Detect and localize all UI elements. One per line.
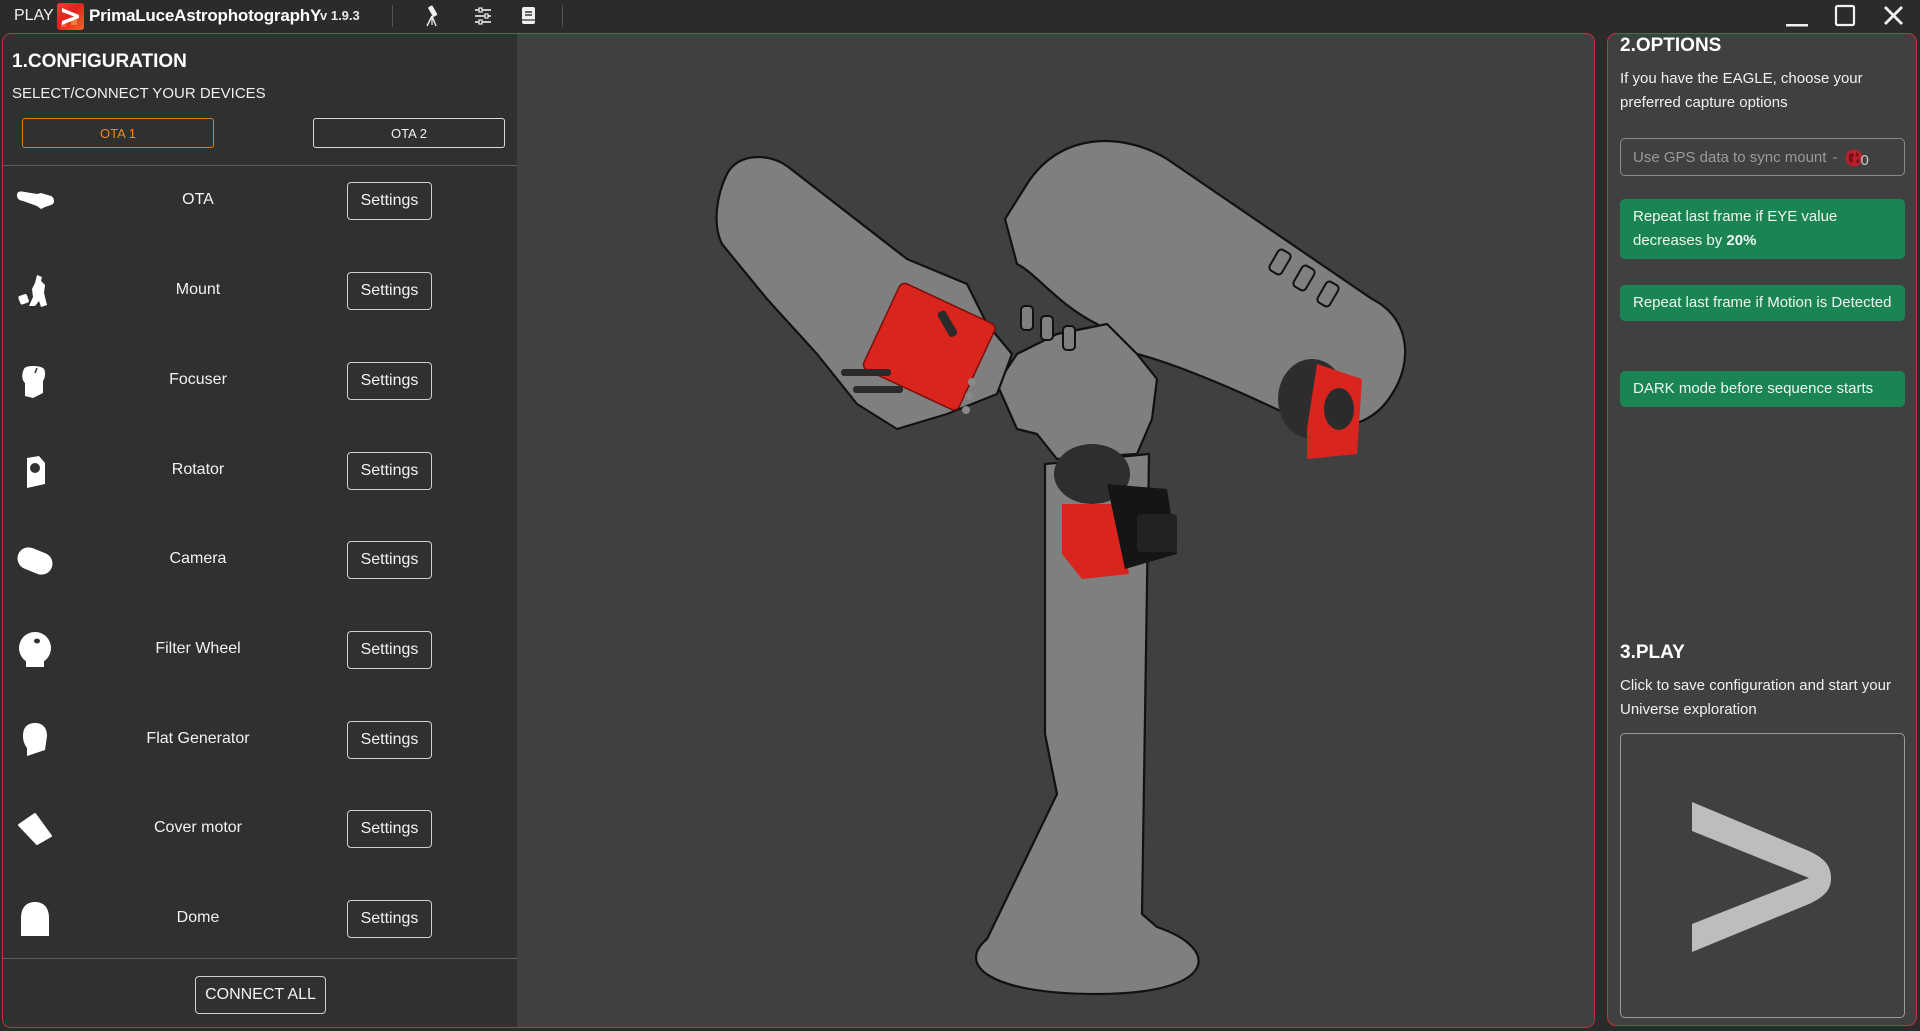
close-icon[interactable] bbox=[1879, 2, 1909, 30]
gps-sync-toggle[interactable]: Use GPS data to sync mount - 0 bbox=[1620, 138, 1905, 176]
device-row-flat-generator: Flat Generator Settings bbox=[3, 710, 517, 770]
telescope-setup-illustration bbox=[715, 139, 1407, 996]
app-version: v 1.9.3 bbox=[320, 8, 360, 23]
device-row-dome: Dome Settings bbox=[3, 889, 517, 949]
gps-satellite-count: 0 bbox=[1860, 151, 1869, 169]
device-row-ota: OTA Settings bbox=[3, 171, 517, 231]
configuration-panel: 1.CONFIGURATION SELECT/CONNECT YOUR DEVI… bbox=[3, 34, 517, 1027]
maximize-icon[interactable] bbox=[1830, 2, 1860, 30]
repeat-motion-text: Repeat last frame if Motion is Detected bbox=[1633, 294, 1892, 311]
cover-motor-settings-button[interactable]: Settings bbox=[347, 810, 432, 848]
filter-wheel-icon bbox=[15, 632, 55, 668]
device-label: Focuser bbox=[169, 371, 227, 388]
device-label: Dome bbox=[176, 909, 220, 926]
device-row-mount: Mount Settings bbox=[3, 261, 517, 321]
play-label: PLAY bbox=[14, 7, 54, 24]
mount-settings-button[interactable]: Settings bbox=[347, 272, 432, 310]
options-panel: 2.OPTIONS If you have the EAGLE, choose … bbox=[1607, 33, 1917, 1026]
play-chevron-icon bbox=[1692, 802, 1831, 952]
repeat-motion-button[interactable]: Repeat last frame if Motion is Detected bbox=[1620, 285, 1905, 321]
equipment-preview bbox=[517, 34, 1594, 1027]
connect-all-button[interactable]: CONNECT ALL bbox=[195, 976, 326, 1014]
minimize-icon[interactable] bbox=[1782, 2, 1812, 30]
configuration-subtitle: SELECT/CONNECT YOUR DEVICES bbox=[12, 85, 266, 102]
device-row-cover-motor: Cover motor Settings bbox=[3, 799, 517, 859]
gps-sync-label: Use GPS data to sync mount bbox=[1633, 148, 1827, 166]
flat-generator-settings-button[interactable]: Settings bbox=[347, 721, 432, 759]
app-brand-name: PrimaLuceAstrophotographY bbox=[89, 6, 322, 25]
dark-mode-button[interactable]: DARK mode before sequence starts bbox=[1620, 371, 1905, 407]
sliders-icon[interactable] bbox=[471, 5, 495, 27]
play-description: Click to save configuration and start yo… bbox=[1620, 677, 1891, 718]
device-label: Cover motor bbox=[153, 819, 243, 836]
ota-settings-button[interactable]: Settings bbox=[347, 182, 432, 220]
focuser-settings-button[interactable]: Settings bbox=[347, 362, 432, 400]
device-label: OTA bbox=[182, 191, 214, 208]
dome-icon bbox=[15, 901, 55, 937]
device-label: Mount bbox=[175, 281, 221, 298]
rotator-settings-button[interactable]: Settings bbox=[347, 452, 432, 490]
book-icon[interactable] bbox=[517, 5, 541, 27]
device-label: Rotator bbox=[171, 461, 225, 478]
device-row-camera: Camera Settings bbox=[3, 530, 517, 590]
divider bbox=[3, 958, 517, 959]
guide-camera bbox=[1054, 444, 1177, 579]
toolbar-separator bbox=[392, 5, 393, 27]
repeat-eye-value-button[interactable]: Repeat last frame if EYE value decreases… bbox=[1620, 199, 1905, 259]
focuser-icon bbox=[15, 363, 55, 399]
cover-motor-icon bbox=[15, 811, 55, 847]
filter-wheel-settings-button[interactable]: Settings bbox=[347, 631, 432, 669]
tab-ota-2[interactable]: OTA 2 bbox=[313, 118, 505, 148]
gps-separator: - bbox=[1832, 148, 1838, 166]
mount-icon bbox=[15, 273, 55, 309]
tab-ota-1[interactable]: OTA 1 bbox=[22, 118, 214, 148]
app-logo-icon bbox=[57, 3, 84, 30]
rotator-icon bbox=[15, 453, 55, 489]
camera-icon bbox=[15, 542, 55, 578]
flat-generator-icon bbox=[15, 722, 55, 758]
ota-icon bbox=[15, 183, 55, 219]
device-label: Camera bbox=[169, 550, 227, 567]
dark-mode-text: DARK mode before sequence starts bbox=[1633, 380, 1874, 397]
telescope-icon[interactable] bbox=[421, 5, 445, 27]
device-row-rotator: Rotator Settings bbox=[3, 441, 517, 501]
device-label: Filter Wheel bbox=[155, 640, 241, 657]
play-button[interactable] bbox=[1620, 733, 1905, 1018]
title-bar: PLAY PrimaLuceAstrophotographY v 1.9.3 bbox=[0, 0, 1920, 33]
play-title: 3.PLAY bbox=[1620, 642, 1685, 663]
configuration-title: 1.CONFIGURATION bbox=[12, 51, 187, 72]
configuration-frame: 1.CONFIGURATION SELECT/CONNECT YOUR DEVI… bbox=[2, 33, 1595, 1028]
options-description: If you have the EAGLE, choose your prefe… bbox=[1620, 70, 1863, 111]
toolbar-separator bbox=[562, 5, 563, 27]
options-title: 2.OPTIONS bbox=[1620, 35, 1722, 56]
divider bbox=[3, 165, 517, 166]
device-label: Flat Generator bbox=[146, 730, 250, 747]
dome-settings-button[interactable]: Settings bbox=[347, 900, 432, 938]
device-row-focuser: Focuser Settings bbox=[3, 351, 517, 411]
eye-threshold-value: 20% bbox=[1726, 232, 1757, 249]
camera-settings-button[interactable]: Settings bbox=[347, 541, 432, 579]
device-row-filter-wheel: Filter Wheel Settings bbox=[3, 620, 517, 680]
